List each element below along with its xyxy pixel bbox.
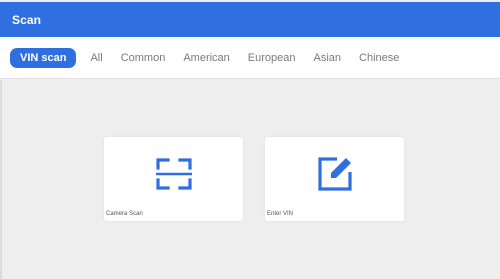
enter-vin-card[interactable]: Enter VIN: [265, 137, 404, 221]
content-area: Camera Scan Enter VIN: [0, 80, 500, 279]
tab-american[interactable]: American: [183, 48, 229, 68]
enter-vin-label: Enter VIN: [267, 211, 294, 217]
tab-chinese[interactable]: Chinese: [359, 48, 399, 68]
tab-asian[interactable]: Asian: [314, 48, 342, 68]
brand-tab-bar: VIN scan All Common American European As…: [0, 37, 500, 79]
tab-all[interactable]: All: [90, 48, 102, 68]
camera-scan-label: Camera Scan: [106, 211, 143, 217]
tab-european[interactable]: European: [248, 48, 296, 68]
title-bar: Scan: [0, 2, 500, 37]
scan-screen: Scan VIN scan All Common American Europe…: [0, 0, 500, 279]
tab-common[interactable]: Common: [121, 48, 166, 68]
scan-frame-icon: [155, 158, 192, 190]
page-title: Scan: [12, 12, 42, 27]
edit-icon: [317, 157, 352, 191]
tab-vin-scan[interactable]: VIN scan: [10, 47, 77, 68]
left-divider: [0, 80, 2, 279]
camera-scan-card[interactable]: Camera Scan: [104, 137, 243, 221]
